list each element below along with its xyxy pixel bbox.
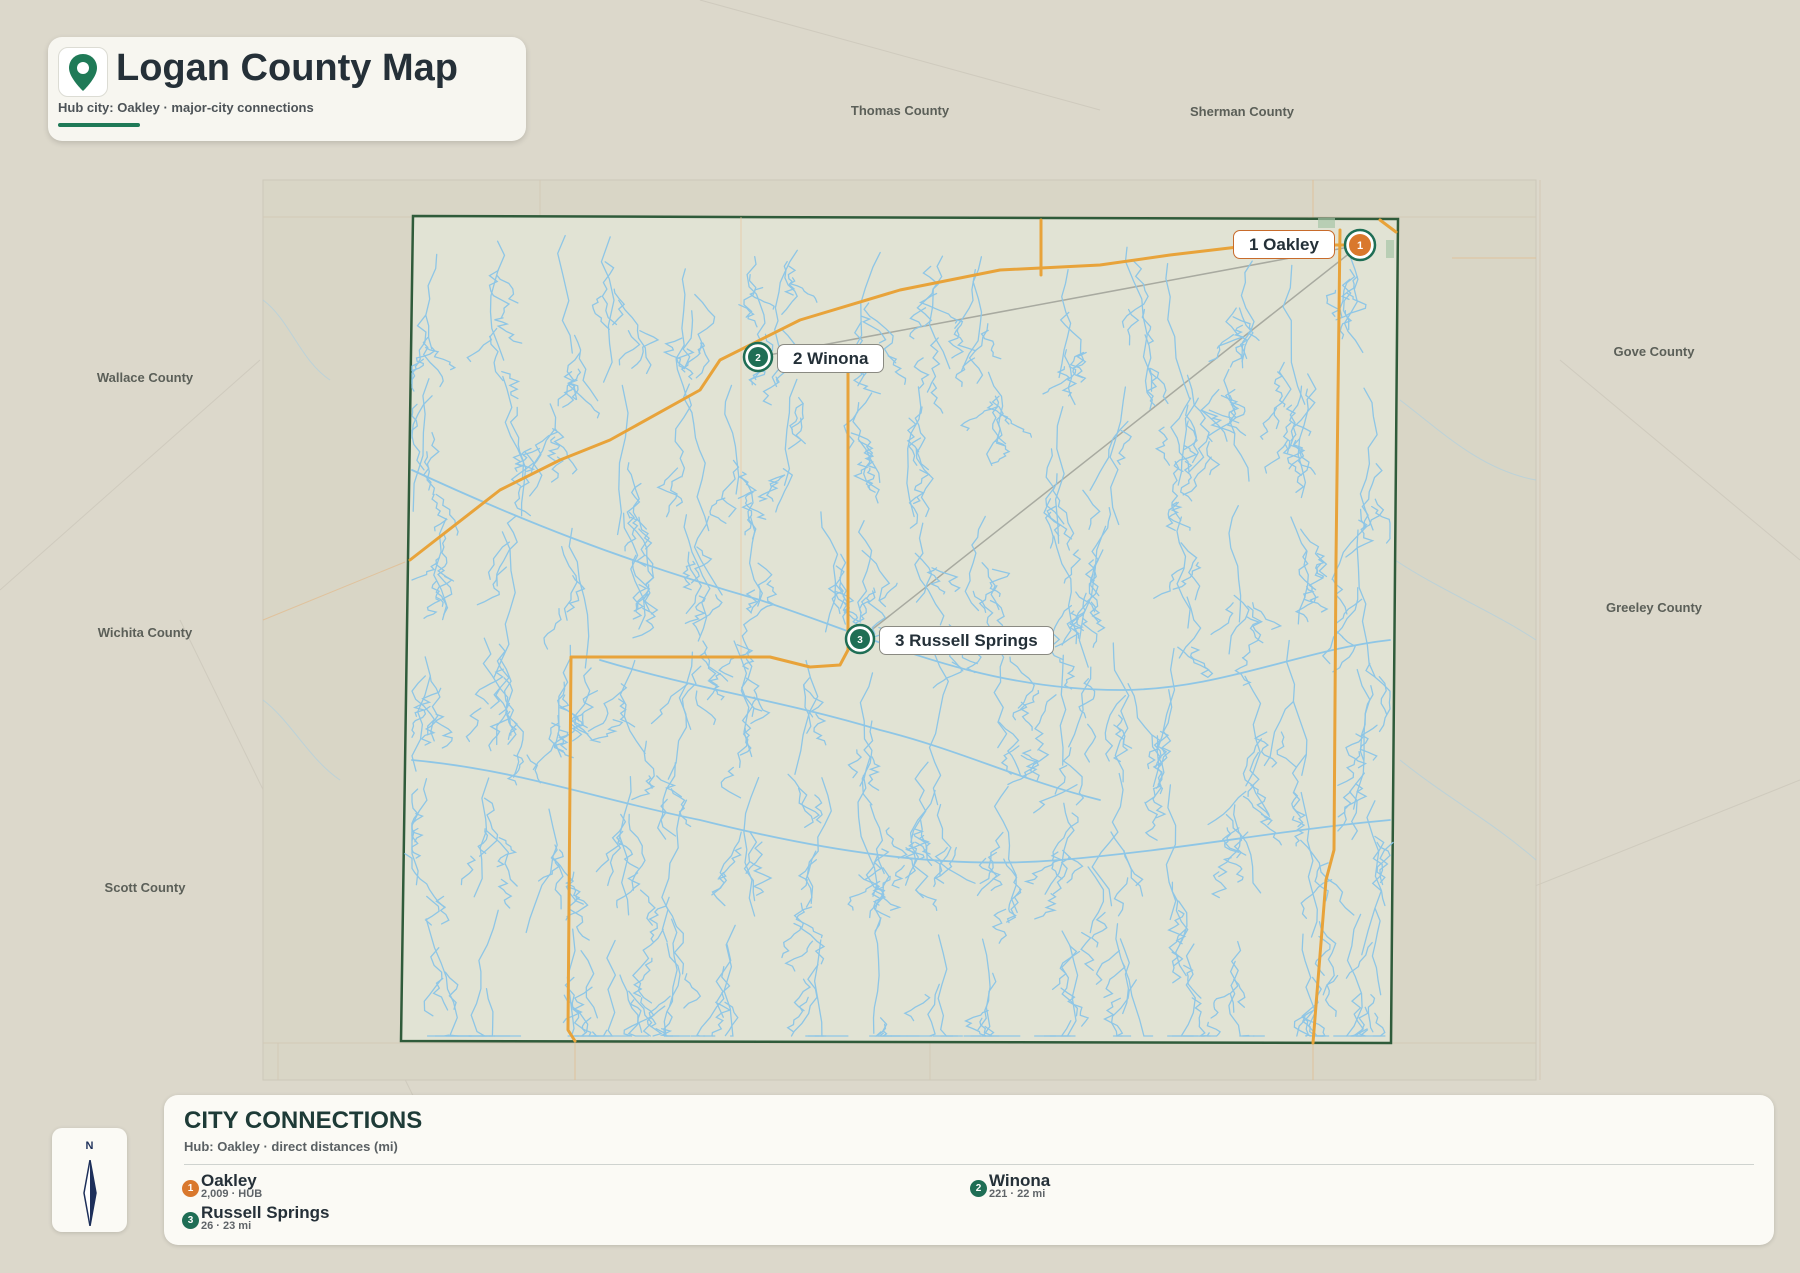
page-title: Logan County Map bbox=[116, 47, 458, 89]
hub-marker-icon: 1 bbox=[182, 1180, 199, 1197]
county-label-thomas: Thomas County bbox=[850, 103, 950, 118]
entry-detail: 2,009 · HUB bbox=[201, 1188, 263, 1200]
title-card: Logan County Map Hub city: Oakley · majo… bbox=[48, 37, 526, 141]
panel-divider bbox=[184, 1164, 1754, 1165]
city-marker-russell-springs[interactable]: 3 bbox=[844, 623, 876, 655]
entry-detail: 26 · 23 mi bbox=[201, 1220, 252, 1232]
title-accent-bar bbox=[58, 123, 140, 127]
city-label-russell-springs[interactable]: 3 Russell Springs bbox=[879, 626, 1054, 655]
panel-subtitle: Hub: Oakley · direct distances (mi) bbox=[184, 1139, 398, 1154]
city-marker-icon: 3 bbox=[182, 1212, 199, 1229]
svg-text:3: 3 bbox=[857, 635, 863, 646]
city-connections-panel: CITY CONNECTIONS Hub: Oakley · direct di… bbox=[164, 1095, 1774, 1245]
north-arrow-icon bbox=[83, 1160, 97, 1226]
county-label-gove: Gove County bbox=[1613, 344, 1695, 359]
entry-detail: 221 · 22 mi bbox=[989, 1188, 1046, 1200]
svg-text:1: 1 bbox=[1357, 240, 1363, 252]
city-marker-icon: 2 bbox=[970, 1180, 987, 1197]
panel-title: CITY CONNECTIONS bbox=[184, 1107, 423, 1134]
city-label-winona[interactable]: 2 Winona bbox=[777, 344, 885, 373]
city-marker-winona[interactable]: 2 bbox=[742, 341, 774, 373]
county-label-wallace: Wallace County bbox=[96, 370, 194, 385]
map-pin-icon bbox=[58, 47, 108, 97]
county-label-sherman: Sherman County bbox=[1189, 104, 1295, 119]
county-label-wichita: Wichita County bbox=[97, 625, 193, 640]
city-label-oakley[interactable]: 1 Oakley bbox=[1233, 230, 1335, 259]
compass-north-label: N bbox=[85, 1140, 94, 1152]
compass: N bbox=[52, 1128, 127, 1232]
county-label-scott: Scott County bbox=[104, 880, 186, 895]
page-subtitle: Hub city: Oakley · major-city connection… bbox=[58, 100, 314, 115]
city-marker-oakley[interactable]: 1 bbox=[1343, 228, 1377, 262]
svg-text:2: 2 bbox=[755, 353, 761, 364]
county-label-greeley: Greeley County bbox=[1605, 600, 1703, 615]
